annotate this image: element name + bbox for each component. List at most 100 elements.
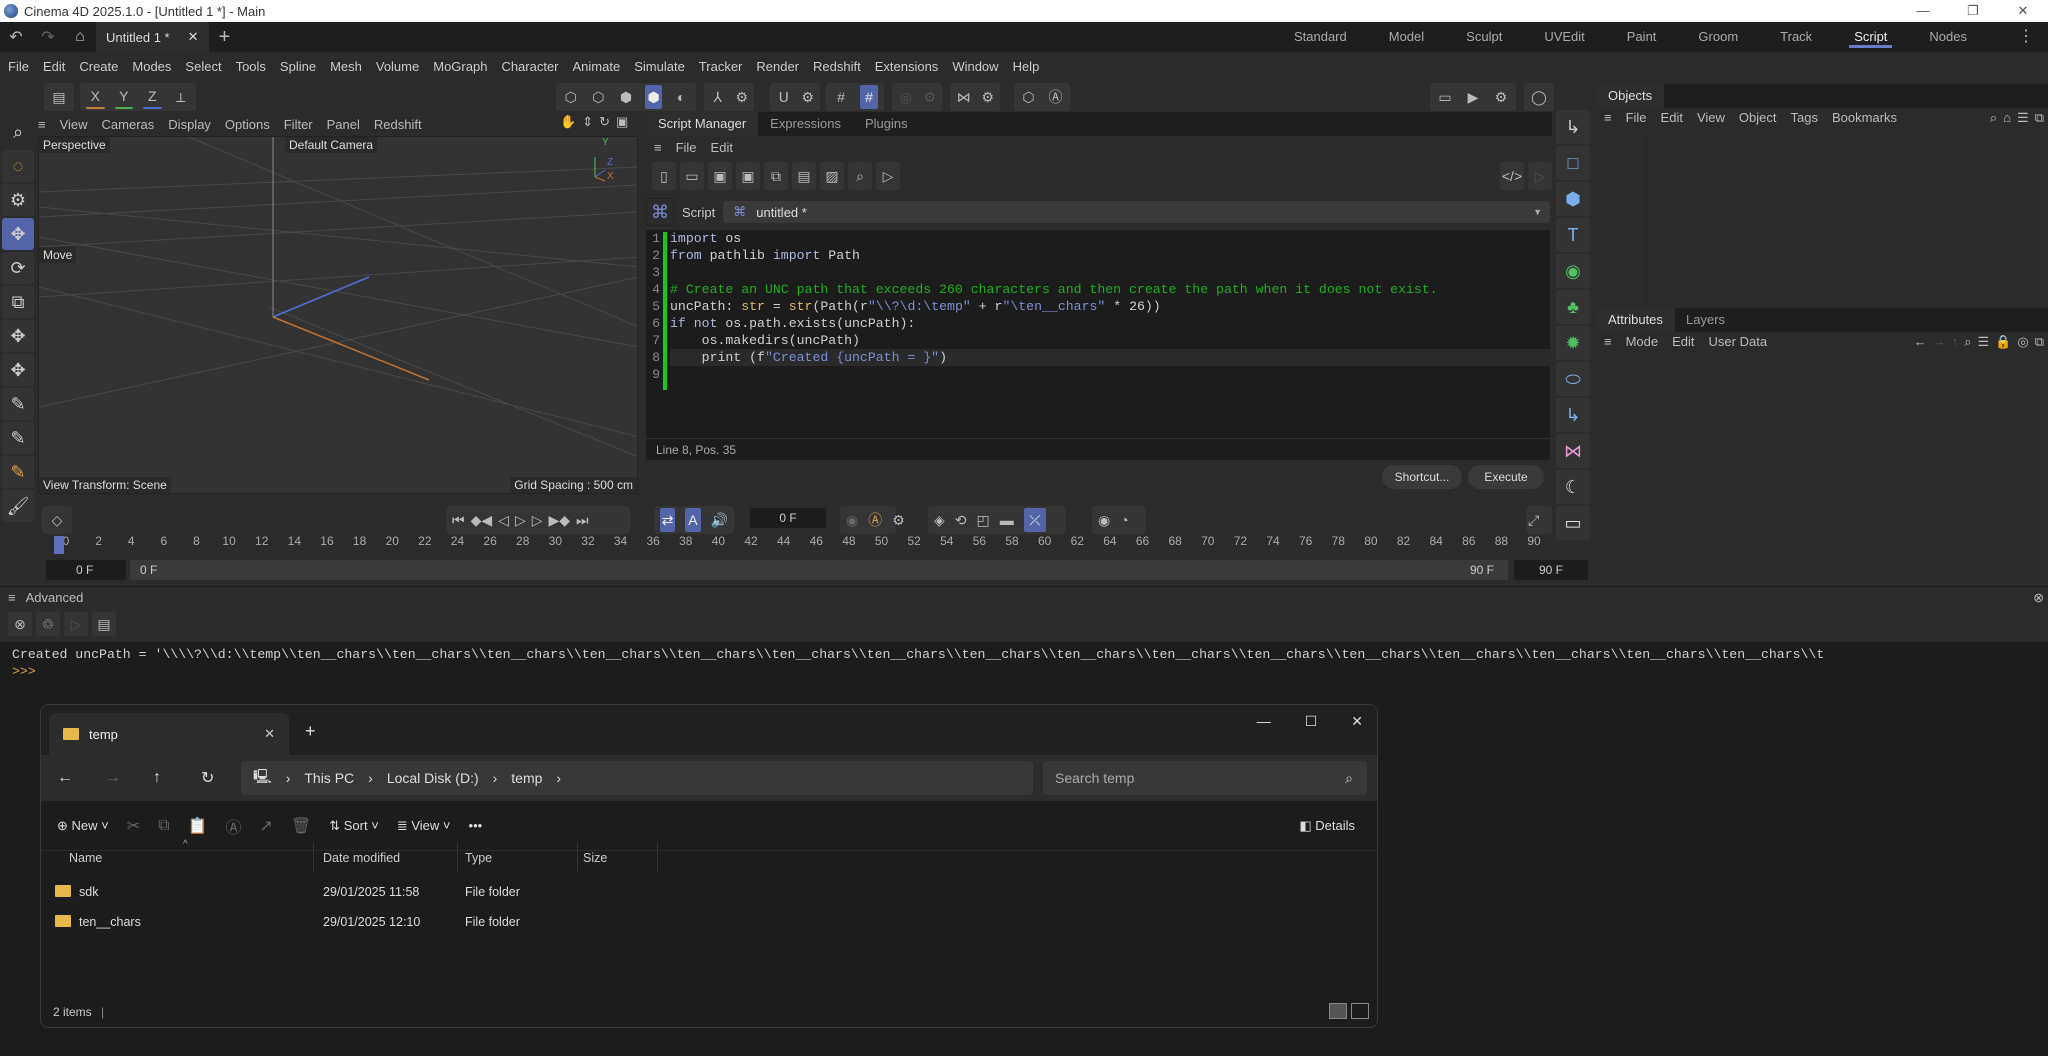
objects-menu-tags[interactable]: Tags [1790,110,1817,125]
rotate-tool-icon[interactable]: ⟳ [2,252,34,284]
search-input[interactable]: Search temp ⌕ [1043,761,1367,795]
layout-tab-uvedit[interactable]: UVEdit [1523,22,1605,52]
cube-icon[interactable]: ⬢ [1556,182,1590,216]
key-pla-icon[interactable]: ⤫ [1023,508,1046,532]
timeline-ruler[interactable]: 0 2 4 6 8 10 12 14 16 18 20 22 24 26 28 30 32 34 36 38 40 42 4… [58,534,1541,554]
viewport-menu-display[interactable]: Display [168,117,211,132]
key-scale-icon[interactable]: ◰ [977,512,990,529]
z-axis-toggle[interactable]: Z [143,85,162,109]
menu-simulate[interactable]: Simulate [634,59,685,74]
search-icon[interactable]: ⌕ [2,116,34,148]
axis-modifier-icon[interactable]: ⅄ [710,85,725,109]
tab-plugins[interactable]: Plugins [853,112,920,136]
code-line[interactable]: print (f"Created {uncPath = }") [670,349,1550,366]
back-icon[interactable]: ← [57,769,73,787]
close-tab-icon[interactable]: ✕ [188,29,199,45]
x-axis-toggle[interactable]: X [86,85,105,109]
loop-icon[interactable]: ⇄ [660,508,676,532]
sky-icon[interactable]: ☾ [1556,470,1590,504]
tab-layers[interactable]: Layers [1686,308,1725,332]
breadcrumb-chevron-icon[interactable]: › [556,770,561,786]
next-key-icon[interactable]: ▶◆ [549,512,571,529]
dolly-icon[interactable]: ⇕ [582,114,593,130]
code-line[interactable]: # Create an UNC path that exceeds 260 ch… [670,281,1550,298]
objects-menu-file[interactable]: File [1626,110,1647,125]
menu-mesh[interactable]: Mesh [330,59,362,74]
menu-create[interactable]: Create [79,59,118,74]
camera-icon[interactable]: ▭ [1556,506,1590,540]
y-axis-toggle[interactable]: Y [114,85,133,109]
settings-icon[interactable]: ⚙ [735,89,748,106]
tab-attributes[interactable]: Attributes [1596,308,1675,332]
explorer-tab[interactable]: temp ✕ [49,713,289,755]
lock-icon[interactable]: 🔒 [1995,334,2011,350]
tab-objects[interactable]: Objects [1596,84,1665,108]
placement-icon[interactable]: ✥ [2,354,34,386]
undo-icon[interactable]: ↶ [0,27,32,47]
menu-tracker[interactable]: Tracker [699,59,743,74]
settings-icon[interactable]: ⚙ [801,89,814,106]
menu-tools[interactable]: Tools [236,59,266,74]
snap-grid-icon[interactable]: # [832,85,850,109]
symmetry-icon[interactable]: ⋈ [956,85,971,109]
layout-tab-standard[interactable]: Standard [1273,22,1368,52]
minimize-button[interactable]: — [1898,0,1948,22]
duplicate-icon[interactable]: ⧉ [764,162,788,190]
model-mode-icon[interactable]: ⬢ [644,85,663,109]
uv-mode-icon[interactable]: ◐ [672,85,690,109]
3d-viewport[interactable]: Perspective Default Camera Move View Tra… [38,136,638,494]
maximize-button[interactable]: ☐ [1305,713,1318,730]
tab-script-manager[interactable]: Script Manager [646,112,759,136]
clapboard-icon[interactable]: ▤ [792,162,816,190]
home-icon[interactable]: ⌂ [64,28,96,46]
effector-icon[interactable]: ✹ [1556,326,1590,360]
menu-spline[interactable]: Spline [280,59,316,74]
close-button[interactable]: ✕ [1351,713,1363,730]
archive-icon[interactable]: ▤ [48,85,70,109]
render-picture-icon[interactable]: ▶ [1464,85,1482,109]
go-to-start-icon[interactable]: ⏮ [452,512,465,529]
execute-button[interactable]: Execute [1468,465,1544,489]
spline-smooth-icon[interactable]: ✎ [2,456,34,488]
attributes-menu-edit[interactable]: Edit [1672,334,1694,349]
new-tab-icon[interactable]: + [305,721,316,742]
clear-icon[interactable]: ⊗ [8,612,32,636]
render-settings-icon[interactable]: ⚙ [1492,85,1510,109]
close-console-icon[interactable]: ⊗ [2033,590,2044,606]
menu-volume[interactable]: Volume [376,59,419,74]
start-frame-field[interactable]: 0 F [46,560,126,580]
menu-redshift[interactable]: Redshift [813,59,861,74]
up-icon[interactable]: ↑ [153,769,161,787]
new-script-icon[interactable]: ▯ [652,162,676,190]
hamburger-icon[interactable]: ≡ [654,140,662,155]
record-icon[interactable]: ◉ [846,512,858,529]
key-param-icon[interactable]: ▬ [1000,512,1014,528]
script-dropdown[interactable]: ⌘ untitled * ▼ [723,201,1550,223]
objects-menu-view[interactable]: View [1697,110,1725,125]
viewport-menu-cameras[interactable]: Cameras [102,117,155,132]
attributes-menu-user-data[interactable]: User Data [1709,334,1768,349]
workplane-icon[interactable]: ⬡ [1020,85,1037,109]
redshift-icon[interactable]: ◯ [1528,85,1550,109]
transfer-icon[interactable]: ✥ [2,320,34,352]
lock-grid-icon[interactable]: # [860,85,878,109]
redo-icon[interactable]: ↷ [32,27,64,47]
tiles-view-toggle[interactable] [1351,1003,1369,1019]
menu-mograph[interactable]: MoGraph [433,59,487,74]
go-to-end-icon[interactable]: ⏭ [576,512,589,529]
settings-icon[interactable]: ⚙ [981,89,994,106]
motion-icon[interactable]: ◔ [1120,512,1128,528]
code-line[interactable]: os.makedirs(uncPath) [670,332,1550,349]
recycle-icon[interactable]: ♲ [36,612,60,636]
code-icon[interactable]: </> [1500,162,1524,190]
viewport-menu-redshift[interactable]: Redshift [374,117,422,132]
text-icon[interactable]: T [1556,218,1590,252]
sound-icon[interactable]: 🔊 [711,512,728,529]
tab-expressions[interactable]: Expressions [758,112,853,136]
image-icon[interactable]: ▨ [820,162,844,190]
layout-tab-model[interactable]: Model [1368,22,1445,52]
objects-menu-edit[interactable]: Edit [1661,110,1683,125]
next-frame-icon[interactable]: ▷ [532,512,543,529]
play-icon[interactable]: ▷ [515,512,526,529]
layout-tab-paint[interactable]: Paint [1606,22,1678,52]
